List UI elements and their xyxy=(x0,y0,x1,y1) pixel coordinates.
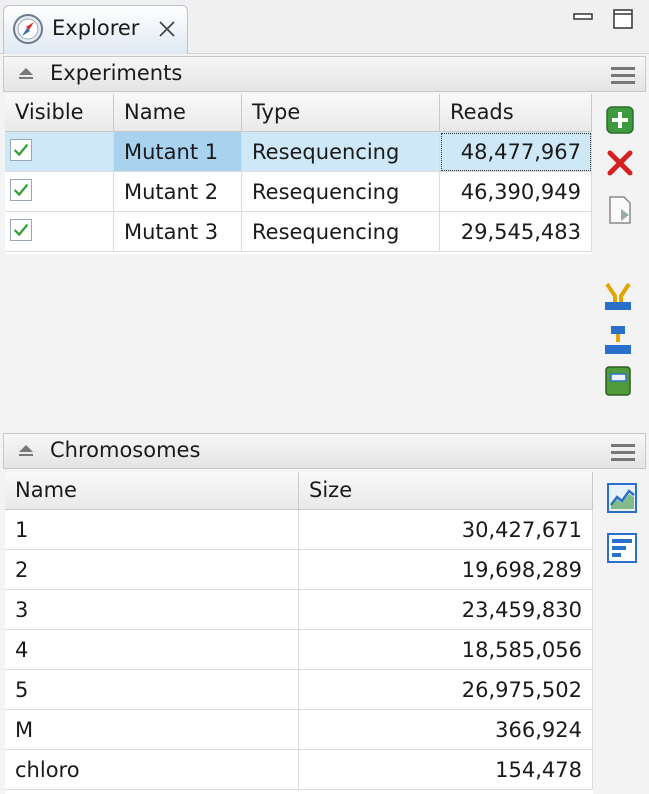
column-header-type[interactable]: Type xyxy=(242,94,440,132)
collapse-icon[interactable] xyxy=(18,444,34,458)
column-header-reads[interactable]: Reads xyxy=(440,94,592,132)
chromosome-size[interactable]: 18,585,056 xyxy=(299,630,593,670)
experiment-type[interactable]: Resequencing xyxy=(242,132,440,172)
column-header-visible[interactable]: Visible xyxy=(5,94,114,132)
compass-icon xyxy=(13,14,43,44)
column-header-name[interactable]: Name xyxy=(114,94,242,132)
minimize-icon[interactable] xyxy=(572,8,594,30)
visible-checkbox[interactable] xyxy=(10,139,32,161)
visible-checkbox[interactable] xyxy=(10,219,32,241)
experiment-reads[interactable]: 46,390,949 xyxy=(440,172,592,212)
table-row[interactable] xyxy=(5,212,114,252)
chromosomes-table: Name Size 1 30,427,671 2 19,698,289 3 23… xyxy=(5,472,593,794)
close-icon[interactable] xyxy=(154,16,180,42)
chromosome-size[interactable]: 30,427,671 xyxy=(299,510,593,550)
visible-checkbox[interactable] xyxy=(10,179,32,201)
view-tab-strip: Explorer xyxy=(0,0,649,54)
tab-explorer[interactable]: Explorer xyxy=(3,5,188,54)
notebook-icon[interactable] xyxy=(603,366,633,396)
chromosome-name[interactable]: chloro xyxy=(5,750,299,790)
merge-icon[interactable] xyxy=(603,282,633,312)
experiment-name[interactable]: Mutant 3 xyxy=(114,212,242,252)
experiments-header[interactable]: Experiments xyxy=(3,56,646,92)
table-row[interactable] xyxy=(5,172,114,212)
experiment-type[interactable]: Resequencing xyxy=(242,172,440,212)
chromosome-name[interactable]: 3 xyxy=(5,590,299,630)
experiments-title: Experiments xyxy=(50,61,183,85)
export-icon[interactable] xyxy=(605,195,635,225)
view-menu-icon[interactable] xyxy=(611,442,635,462)
column-header-size[interactable]: Size xyxy=(299,472,593,510)
chromosomes-title: Chromosomes xyxy=(50,438,201,462)
experiments-table: Visible Name Type Reads Mutant 1 Reseque… xyxy=(5,94,592,254)
chart-icon[interactable] xyxy=(607,483,637,513)
chromosome-size[interactable]: 366,924 xyxy=(299,710,593,750)
experiment-name[interactable]: Mutant 2 xyxy=(114,172,242,212)
chromosome-size[interactable]: 23,459,830 xyxy=(299,590,593,630)
experiment-reads[interactable]: 48,477,967 xyxy=(440,132,592,172)
add-icon[interactable] xyxy=(605,105,635,135)
bar-list-icon[interactable] xyxy=(607,533,637,563)
chromosome-name[interactable]: 2 xyxy=(5,550,299,590)
chromosome-name[interactable]: 1 xyxy=(5,510,299,550)
chromosome-name[interactable]: M xyxy=(5,710,299,750)
tab-label: Explorer xyxy=(52,16,140,40)
chromosome-size[interactable]: 154,478 xyxy=(299,750,593,790)
pipeline-icon[interactable] xyxy=(603,325,633,355)
delete-icon[interactable] xyxy=(605,148,635,178)
chromosome-size[interactable]: 19,698,289 xyxy=(299,550,593,590)
chromosome-size[interactable]: 26,975,502 xyxy=(299,670,593,710)
maximize-icon[interactable] xyxy=(612,8,634,30)
experiment-reads[interactable]: 29,545,483 xyxy=(440,212,592,252)
view-menu-icon[interactable] xyxy=(611,65,635,85)
column-header-name[interactable]: Name xyxy=(5,472,299,510)
collapse-icon[interactable] xyxy=(18,67,34,81)
experiment-name[interactable]: Mutant 1 xyxy=(114,132,242,172)
table-row[interactable] xyxy=(5,132,114,172)
chromosomes-header[interactable]: Chromosomes xyxy=(3,433,646,469)
chromosome-name[interactable]: 4 xyxy=(5,630,299,670)
experiment-type[interactable]: Resequencing xyxy=(242,212,440,252)
chromosome-name[interactable]: 5 xyxy=(5,670,299,710)
